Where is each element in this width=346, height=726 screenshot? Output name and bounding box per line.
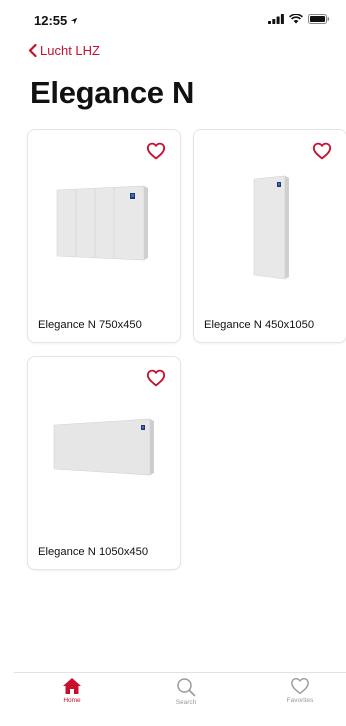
- product-name: Elegance N 750x450: [38, 319, 142, 331]
- tab-search[interactable]: Search: [156, 677, 216, 706]
- tab-home-label: Home: [63, 697, 81, 704]
- tab-search-label: Search: [175, 699, 197, 706]
- battery-icon: [308, 14, 330, 24]
- search-icon: [177, 678, 196, 697]
- product-image-radiator: [56, 185, 148, 261]
- home-icon: [63, 678, 81, 694]
- product-image-radiator: [53, 418, 154, 476]
- product-name: Elegance N 1050x450: [38, 546, 149, 558]
- tab-favorites[interactable]: Favorites: [270, 677, 330, 704]
- back-button-label: Lucht LHZ: [40, 43, 100, 58]
- wifi-icon: [289, 14, 303, 24]
- tab-home[interactable]: Home: [42, 677, 102, 704]
- heart-icon: [291, 677, 309, 695]
- page-title: Elegance N: [30, 75, 195, 110]
- favorite-heart-icon[interactable]: [312, 142, 332, 160]
- product-card[interactable]: Elegance N 750x450: [27, 129, 181, 343]
- product-card[interactable]: Elegance N 450x1050: [193, 129, 346, 343]
- favorite-heart-icon[interactable]: [146, 142, 166, 160]
- status-icons: [268, 14, 330, 24]
- status-bar: 12:55: [0, 0, 346, 40]
- back-button[interactable]: Lucht LHZ: [28, 43, 100, 58]
- favorite-heart-icon[interactable]: [146, 369, 166, 387]
- product-image-radiator: [253, 175, 289, 280]
- status-time-text: 12:55: [34, 13, 68, 28]
- tab-favorites-label: Favorites: [286, 697, 314, 704]
- location-arrow-icon: [71, 17, 78, 24]
- product-card[interactable]: Elegance N 1050x450: [27, 356, 181, 570]
- chevron-left-icon: [28, 44, 37, 57]
- signal-icon: [268, 14, 284, 24]
- status-time: 12:55: [34, 13, 78, 28]
- product-name: Elegance N 450x1050: [204, 319, 315, 331]
- tab-bar: Home Search Favorites: [14, 672, 346, 726]
